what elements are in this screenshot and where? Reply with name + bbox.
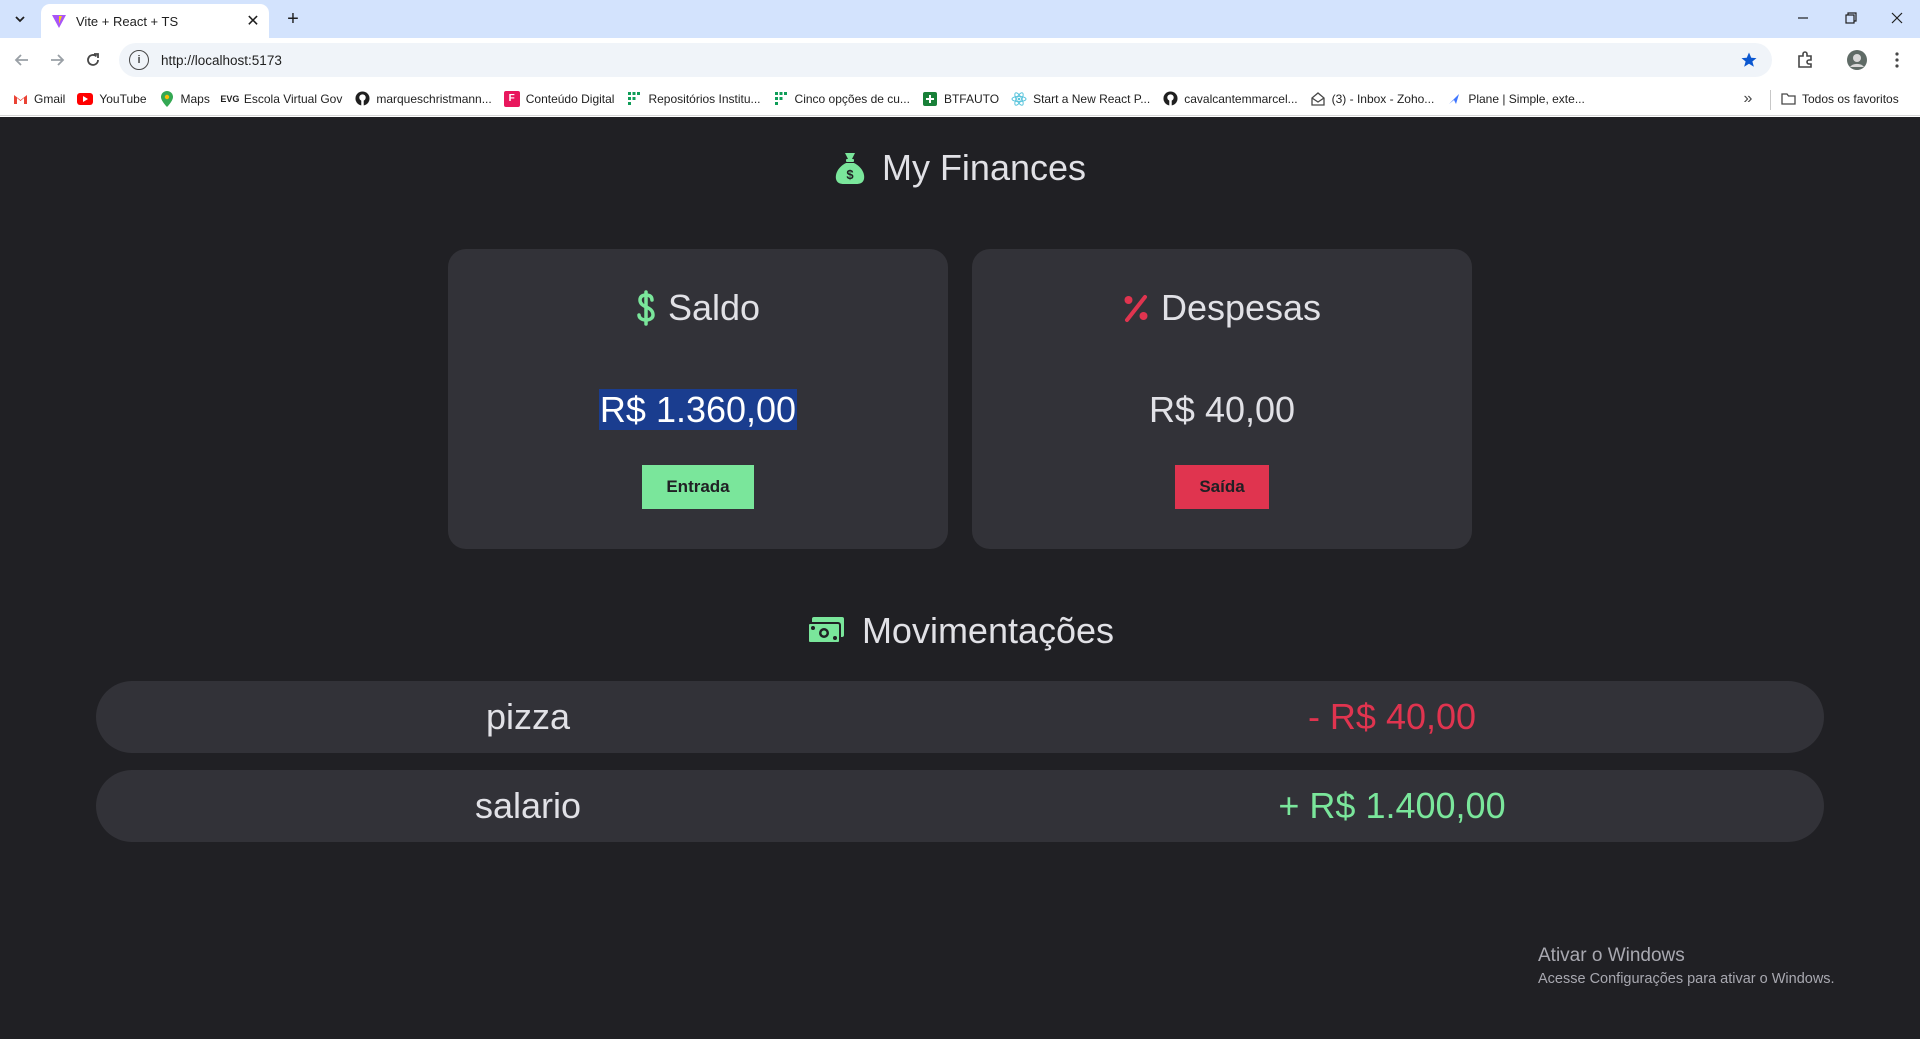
bookmark-item[interactable]: Plane | Simple, exte... xyxy=(1440,86,1591,112)
watermark-subtitle: Acesse Configurações para ativar o Windo… xyxy=(1538,971,1835,987)
expenses-label: Despesas xyxy=(1160,287,1322,328)
money-bills-icon xyxy=(806,617,844,644)
money-bag-icon: $ xyxy=(835,153,865,184)
transaction-amount: - R$ 40,00 xyxy=(1307,696,1477,737)
transactions-header: Movimentações xyxy=(0,610,1920,652)
expenses-card: Despesas R$ 40,00 Saída xyxy=(972,249,1472,549)
arrow-right-icon xyxy=(51,54,65,66)
back-button[interactable] xyxy=(7,45,37,75)
forward-button[interactable] xyxy=(42,45,72,75)
evg-icon: EVG xyxy=(220,93,240,104)
tab-title: Vite + React + TS xyxy=(76,13,179,29)
bookmark-item[interactable]: EVG Escola Virtual Gov xyxy=(216,86,349,112)
balance-card-header: Saldo xyxy=(448,287,948,329)
avatar-icon xyxy=(1847,50,1867,70)
close-window-button[interactable] xyxy=(1874,0,1920,36)
watermark-title: Ativar o Windows xyxy=(1538,945,1685,966)
github-icon xyxy=(354,91,370,107)
address-bar[interactable]: i http://localhost:5173 xyxy=(119,43,1772,77)
balance-value-wrap: R$ 1.360,00 xyxy=(448,389,948,431)
balance-value: R$ 1.360,00 xyxy=(598,389,798,430)
bookmark-item[interactable]: BTFAUTO xyxy=(916,86,1005,112)
bookmark-item[interactable]: Maps xyxy=(153,86,216,112)
grid-icon xyxy=(626,91,642,107)
profile-avatar[interactable] xyxy=(1842,45,1872,75)
vite-icon xyxy=(50,12,68,30)
balance-label: Saldo xyxy=(667,287,761,328)
minimize-icon xyxy=(1798,17,1808,19)
reload-icon xyxy=(87,53,99,66)
youtube-icon xyxy=(77,91,94,107)
tab-search-button[interactable] xyxy=(8,8,32,30)
bookmark-star-icon[interactable] xyxy=(1734,45,1764,75)
expenses-card-header: Despesas xyxy=(972,287,1472,329)
bookmarks-divider xyxy=(1770,90,1771,110)
expense-button[interactable]: Saída xyxy=(1175,465,1269,509)
close-tab-icon[interactable]: ✕ xyxy=(241,9,265,33)
restore-icon xyxy=(1845,12,1857,24)
site-info-icon[interactable]: i xyxy=(129,50,149,70)
folder-icon xyxy=(1780,91,1796,107)
active-tab[interactable]: Vite + React + TS ✕ xyxy=(41,4,269,38)
transaction-name: pizza xyxy=(485,696,571,737)
minimize-button[interactable] xyxy=(1780,0,1826,36)
expenses-value-wrap: R$ 40,00 xyxy=(972,389,1472,431)
more-bookmarks-chevron-icon[interactable]: » xyxy=(1735,86,1761,112)
windows-activation-watermark: Ativar o Windows Acesse Configurações pa… xyxy=(1538,945,1835,987)
transaction-row[interactable]: salario + R$ 1.400,00 xyxy=(96,770,1824,842)
bookmark-item[interactable]: YouTube xyxy=(71,86,152,112)
arrow-left-icon xyxy=(14,54,28,66)
app-title: My Finances xyxy=(881,147,1087,188)
reload-button[interactable] xyxy=(78,45,108,75)
app-page: $ My Finances Saldo R$ 1.360,00 Entrada … xyxy=(0,117,1920,1039)
new-tab-button[interactable]: + xyxy=(280,6,306,32)
bookmark-item[interactable]: Cinco opções de cu... xyxy=(767,86,916,112)
extensions-button[interactable] xyxy=(1790,45,1820,75)
bookmark-item[interactable]: (3) - Inbox - Zoho... xyxy=(1304,86,1441,112)
all-bookmarks-button[interactable]: Todos os favoritos xyxy=(1780,86,1899,112)
url-text[interactable]: http://localhost:5173 xyxy=(161,53,1734,68)
expenses-value: R$ 40,00 xyxy=(1148,389,1296,430)
github-icon xyxy=(1162,91,1178,107)
mail-icon xyxy=(1310,91,1326,107)
percent-icon xyxy=(1124,295,1148,322)
react-icon xyxy=(1011,91,1027,107)
dollar-icon xyxy=(637,290,655,326)
maps-icon xyxy=(159,90,175,107)
app-header: $ My Finances xyxy=(0,147,1920,189)
bookmark-item[interactable]: Repositórios Institu... xyxy=(620,86,766,112)
bookmark-item[interactable]: cavalcantemmarcel... xyxy=(1156,86,1303,112)
plane-icon xyxy=(1446,91,1462,107)
bookmark-item[interactable]: Gmail xyxy=(6,86,71,112)
transaction-row[interactable]: pizza - R$ 40,00 xyxy=(96,681,1824,753)
gmail-icon xyxy=(12,91,28,107)
transaction-name: salario xyxy=(474,785,582,826)
browser-menu-button[interactable] xyxy=(1882,45,1912,75)
transactions-title: Movimentações xyxy=(861,610,1115,651)
transaction-amount: + R$ 1.400,00 xyxy=(1278,785,1506,826)
kebab-menu-icon xyxy=(1895,52,1899,68)
puzzle-icon xyxy=(1798,51,1812,68)
tab-bar: Vite + React + TS ✕ + xyxy=(0,0,1920,38)
income-button[interactable]: Entrada xyxy=(642,465,754,509)
bookmark-item[interactable]: marqueschristmann... xyxy=(348,86,497,112)
bookmarks-bar: Gmail YouTube Maps EVG Escola Virtual Go… xyxy=(0,82,1920,116)
chevron-down-icon xyxy=(15,16,25,23)
plus-square-icon xyxy=(922,91,938,107)
balance-card: Saldo R$ 1.360,00 Entrada xyxy=(448,249,948,549)
close-icon xyxy=(1891,12,1903,24)
bookmark-item[interactable]: Start a New React P... xyxy=(1005,86,1156,112)
svg-text:$: $ xyxy=(846,167,854,182)
bookmark-f-icon: F xyxy=(503,90,520,107)
browser-toolbar: i http://localhost:5173 xyxy=(0,38,1920,82)
restore-button[interactable] xyxy=(1828,0,1874,36)
grid-icon xyxy=(773,91,789,107)
bookmark-item[interactable]: F Conteúdo Digital xyxy=(498,86,621,112)
